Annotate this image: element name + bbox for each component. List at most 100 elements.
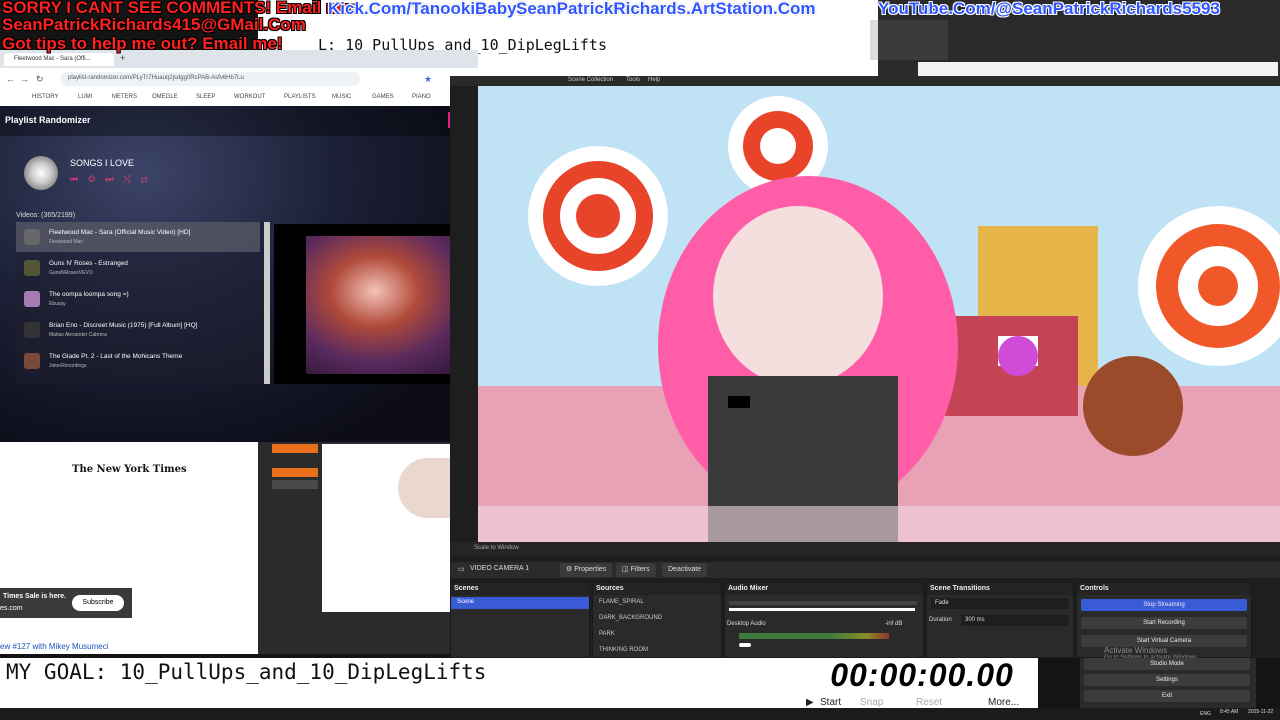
bookmark-item[interactable]: HISTORY bbox=[32, 94, 58, 100]
play-icon[interactable]: ▶ bbox=[806, 697, 814, 708]
source-item[interactable]: DARK_BACKGROUND bbox=[593, 613, 721, 625]
list-item[interactable] bbox=[272, 444, 318, 453]
browser-window: Fleetwood Mac - Sara (Offi... + ← → ↻ pl… bbox=[0, 50, 478, 480]
video-list-item[interactable]: Brian Eno - Discreet Music (1975) [Full … bbox=[16, 315, 260, 345]
next-icon[interactable]: ⏭ bbox=[105, 174, 123, 184]
obs-preview bbox=[478, 86, 1280, 542]
bookmark-item[interactable]: WORKOUT bbox=[234, 94, 265, 100]
bookmark-item[interactable]: SLEEP bbox=[196, 94, 215, 100]
video-list-item[interactable]: Guns N' Roses - Estranged GunsNRosesVEVO bbox=[16, 253, 260, 283]
properties-button[interactable]: ⚙ Properties bbox=[560, 563, 613, 577]
transition-select[interactable]: Fade bbox=[931, 598, 1069, 609]
source-item[interactable]: PARK bbox=[593, 629, 721, 641]
video-channel: Ebusay bbox=[49, 301, 66, 307]
photo-crop bbox=[398, 458, 454, 518]
list-item[interactable] bbox=[272, 480, 318, 489]
bookmark-item[interactable]: OMEGLE bbox=[152, 94, 178, 100]
more-button[interactable]: More... bbox=[988, 697, 1019, 708]
bookmark-item[interactable]: PLAYLISTS bbox=[284, 94, 316, 100]
studio-mode-button[interactable]: Studio Mode bbox=[1084, 658, 1250, 670]
forward-icon[interactable]: → bbox=[20, 74, 29, 84]
video-thumbnail bbox=[24, 291, 40, 307]
snap-button[interactable]: Snap bbox=[860, 697, 883, 708]
scene-item[interactable]: Scene bbox=[451, 597, 589, 609]
audio-mixer-dock: Audio Mixer Desktop Audio -inf dB bbox=[724, 582, 924, 658]
volume-slider[interactable] bbox=[729, 608, 915, 611]
browser-tab[interactable]: Fleetwood Mac - Sara (Offi... bbox=[4, 53, 114, 66]
video-thumbnail bbox=[24, 229, 40, 245]
camera-icon: ▭ bbox=[458, 566, 465, 573]
video-title: The oompa loompa song =) bbox=[49, 291, 129, 298]
previous-icon[interactable]: ⏮ bbox=[70, 174, 88, 184]
stop-streaming-button[interactable]: Stop Streaming bbox=[1081, 599, 1247, 611]
play-icon[interactable]: ◎ bbox=[88, 174, 105, 184]
new-tab-icon[interactable]: + bbox=[120, 53, 125, 63]
properties-label: Properties bbox=[574, 566, 607, 573]
shuffle-icon[interactable]: ⤭ bbox=[123, 174, 140, 184]
video-list-item[interactable]: Fleetwood Mac - Sara (Official Music Vid… bbox=[16, 222, 260, 252]
video-player[interactable] bbox=[274, 224, 478, 384]
subscribe-button[interactable]: Subscribe bbox=[72, 595, 124, 611]
note-scrollbar[interactable] bbox=[870, 20, 878, 60]
camera-thumbnail bbox=[878, 20, 948, 60]
scale-to-window[interactable]: Scale to Window bbox=[474, 545, 519, 551]
obs-source-toolbar: ▭ VIDEO CAMERA 1 ⚙ Properties ◫ Filters … bbox=[450, 562, 1280, 578]
back-icon[interactable]: ← bbox=[6, 74, 15, 84]
url-field[interactable]: playlist-randomizer.com/PLyTr7Huauq2jsdg… bbox=[60, 72, 360, 86]
menu-item[interactable]: Help bbox=[648, 77, 660, 83]
source-item[interactable]: THINKING ROOM bbox=[593, 645, 721, 657]
video-title: Brian Eno - Discreet Music (1975) [Full … bbox=[49, 322, 198, 329]
playlist-name: SONGS I LOVE bbox=[70, 158, 135, 168]
bookmark-item[interactable]: GAMES bbox=[372, 94, 394, 100]
app-header: Playlist Randomizer Bu bbox=[0, 106, 478, 136]
stopwatch-display: 00:00:00.00 bbox=[806, 658, 1038, 692]
language-indicator[interactable]: ENG bbox=[1200, 711, 1211, 717]
overlay-youtube-link: YouTube.Com/@SeanPatrickRichards5593 bbox=[878, 0, 1220, 18]
obs-scale-bar: Scale to Window bbox=[450, 542, 1280, 556]
playlist-avatar bbox=[24, 156, 58, 190]
repeat-icon[interactable]: ⇄ bbox=[141, 174, 158, 184]
exit-button[interactable]: Exit bbox=[1084, 690, 1250, 702]
overlay-tips: Got tips to help me out? Email me! bbox=[2, 34, 283, 53]
taskbar-clock[interactable]: 8:45 AM bbox=[1220, 709, 1238, 715]
video-channel: JokerRecordings bbox=[49, 363, 87, 369]
bookmark-item[interactable]: PIANO bbox=[412, 94, 431, 100]
bookmark-item[interactable]: MUSIC bbox=[332, 94, 351, 100]
video-list-item[interactable]: The oompa loompa song =) Ebusay bbox=[16, 284, 260, 314]
audio-mixer-header: Audio Mixer bbox=[725, 583, 923, 595]
audio-level-meter bbox=[739, 633, 889, 639]
active-source-name: VIDEO CAMERA 1 bbox=[470, 565, 530, 572]
video-list-scrollbar[interactable] bbox=[264, 222, 270, 384]
menu-item[interactable]: Scene Collection bbox=[568, 77, 613, 83]
video-title: Guns N' Roses - Estranged bbox=[49, 260, 128, 267]
bookmark-item[interactable]: METERS bbox=[112, 94, 137, 100]
list-item[interactable] bbox=[272, 468, 318, 477]
video-channel: GunsNRosesVEVO bbox=[49, 270, 93, 276]
video-list-item[interactable]: The Glade Pt. 2 - Last of the Mohicans T… bbox=[16, 346, 260, 376]
article-link[interactable]: ew #127 with Mikey Musumeci bbox=[0, 642, 258, 654]
start-button[interactable]: Start bbox=[820, 697, 841, 708]
obs-menu-bar: Scene Collection Tools Help bbox=[450, 76, 1280, 86]
scenes-header: Scenes bbox=[451, 583, 589, 595]
video-list: Fleetwood Mac - Sara (Official Music Vid… bbox=[16, 222, 266, 384]
address-bar-row: ← → ↻ playlist-randomizer.com/PLyTr7Huau… bbox=[0, 68, 478, 90]
bookmarks-bar: HISTORY LUMI METERS OMEGLE SLEEP WORKOUT… bbox=[0, 90, 478, 107]
settings-button[interactable]: Settings bbox=[1084, 674, 1250, 686]
duration-input[interactable]: 300 ms bbox=[961, 615, 1069, 626]
filters-button[interactable]: ◫ Filters bbox=[616, 563, 656, 577]
start-recording-button[interactable]: Start Recording bbox=[1081, 617, 1247, 629]
nyt-logo: The New York Times bbox=[72, 464, 187, 475]
audio-fader[interactable] bbox=[739, 643, 751, 647]
sale-text: Times Sale is here. bbox=[3, 593, 66, 600]
deactivate-button[interactable]: Deactivate bbox=[662, 563, 708, 577]
menu-item[interactable]: Tools bbox=[626, 77, 640, 83]
middle-window: MY bbox=[258, 442, 479, 654]
audio-track-name: Desktop Audio bbox=[727, 621, 766, 627]
star-icon[interactable]: ★ bbox=[424, 74, 432, 85]
reset-button[interactable]: Reset bbox=[916, 697, 942, 708]
bookmark-item[interactable]: LUMI bbox=[78, 94, 92, 100]
reload-icon[interactable]: ↻ bbox=[36, 74, 44, 85]
scene-transitions-dock: Scene Transitions Fade Duration 300 ms bbox=[926, 582, 1074, 658]
source-item[interactable]: FLAME_SPIRAL bbox=[593, 597, 721, 609]
obs-window: Scene Collection Tools Help Scale to Win… bbox=[450, 76, 1280, 658]
